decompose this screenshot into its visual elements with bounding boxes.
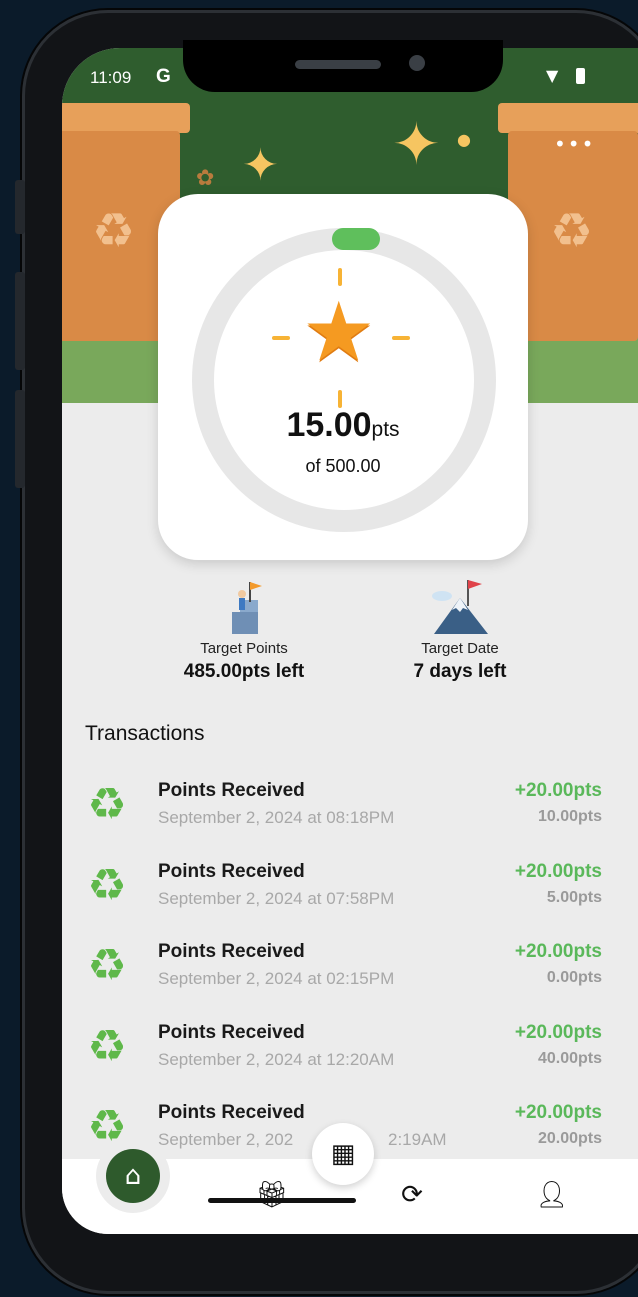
- bottom-navigation: ⌂ 🎁︎ ▦ ⟳ 👤︎: [62, 1123, 638, 1234]
- nav-scan-qr-button[interactable]: ▦: [312, 1123, 374, 1185]
- points-goal: of 500.00: [305, 456, 381, 476]
- leaf-icon: ✿: [196, 166, 215, 191]
- transaction-amount: +20.00pts: [514, 780, 602, 801]
- target-points: Target Points 485.00pts left: [144, 578, 344, 683]
- side-button-volume-down: [15, 390, 25, 488]
- home-icon: ⌂: [124, 1161, 142, 1191]
- target-points-value: 485.00pts left: [183, 661, 305, 682]
- transaction-item[interactable]: ♻ Points Received September 2, 2024 at 1…: [62, 1021, 638, 1092]
- transactions-title: Transactions: [85, 722, 205, 745]
- transaction-balance: 5.00pts: [546, 889, 602, 906]
- sparkle-icon: ✦: [392, 110, 441, 178]
- gift-icon: 🎁︎: [255, 1180, 289, 1210]
- transaction-balance: 40.00pts: [537, 1050, 602, 1067]
- transaction-title: Points Received: [158, 941, 305, 962]
- transaction-date-tail: 2:19AM: [388, 1130, 447, 1149]
- recycle-icon: ♻: [87, 779, 127, 830]
- transaction-amount: +20.00pts: [514, 1102, 602, 1123]
- notch: [183, 40, 503, 92]
- points-card: ★ 15.00pts of 500.00: [158, 194, 528, 560]
- recycle-icon: ♻: [550, 203, 594, 259]
- transaction-item[interactable]: ♻ Points Received September 2, 2024 at 0…: [62, 940, 638, 1011]
- transaction-amount: +20.00pts: [514, 941, 602, 962]
- wifi-icon: ▼: [546, 66, 559, 85]
- target-date: Target Date 7 days left: [360, 578, 560, 683]
- transaction-item[interactable]: ♻ Points Received September 2, 2024 at 0…: [62, 860, 638, 931]
- nav-profile-button[interactable]: 👤︎: [532, 1175, 572, 1215]
- transaction-date: September 2, 202: [158, 1130, 294, 1149]
- more-options-icon[interactable]: •••: [554, 132, 595, 156]
- star-icon: ★: [302, 285, 376, 380]
- transaction-balance: 0.00pts: [546, 969, 602, 986]
- points-progress-indicator: [332, 228, 380, 250]
- climbing-flag-icon: [214, 578, 274, 638]
- star-illustration: ★: [272, 268, 410, 408]
- transaction-date: September 2, 2024 at 12:20AM: [158, 1050, 395, 1069]
- recycle-icon: ♻: [87, 1021, 127, 1072]
- recycle-icon: ♻: [87, 860, 127, 911]
- battery-icon: [576, 68, 585, 84]
- transaction-amount: +20.00pts: [514, 1022, 602, 1043]
- google-icon: G: [156, 66, 171, 87]
- transaction-amount: +20.00pts: [514, 861, 602, 882]
- sparkle-icon: ✦: [242, 140, 279, 191]
- target-date-label: Target Date: [421, 640, 499, 657]
- points-number: 15.00: [286, 406, 372, 444]
- transaction-title: Points Received: [158, 861, 305, 882]
- transaction-date: September 2, 2024 at 02:15PM: [158, 969, 395, 988]
- transaction-balance: 20.00pts: [537, 1130, 602, 1147]
- transaction-title: Points Received: [158, 1102, 305, 1123]
- nav-rewards-button[interactable]: 🎁︎: [252, 1175, 292, 1215]
- nav-home-button[interactable]: ⌂: [106, 1149, 160, 1203]
- dot-icon: ●: [457, 130, 471, 149]
- recycle-icon: ♻: [87, 1101, 127, 1152]
- recycle-icon: ♻: [92, 203, 136, 259]
- qr-scan-icon: ▦: [330, 1139, 356, 1169]
- transaction-date: September 2, 2024 at 08:18PM: [158, 808, 395, 827]
- transaction-item[interactable]: ♻ Points Received September 2, 2024 at 0…: [62, 779, 638, 850]
- transaction-date: September 2, 2024 at 07:58PM: [158, 889, 395, 908]
- recycle-icon: ♻: [87, 940, 127, 991]
- nav-exchange-button[interactable]: ⟳: [392, 1175, 432, 1215]
- speaker: [295, 60, 381, 69]
- side-button-action: [15, 180, 25, 234]
- points-value: 15.00pts: [158, 406, 528, 445]
- transaction-title: Points Received: [158, 780, 305, 801]
- home-indicator: [208, 1198, 356, 1203]
- target-points-label: Target Points: [200, 640, 288, 657]
- front-camera: [409, 55, 425, 71]
- target-date-value: 7 days left: [413, 661, 507, 682]
- status-time: 11:09: [90, 68, 132, 87]
- transaction-title: Points Received: [158, 1022, 305, 1043]
- mountain-flag-icon: [430, 578, 490, 638]
- points-unit: pts: [371, 418, 400, 441]
- profile-icon: 👤︎: [535, 1180, 569, 1210]
- transaction-balance: 10.00pts: [537, 808, 602, 825]
- recycle-exchange-icon: ⟳: [401, 1180, 423, 1210]
- screen: ♻ ♻ ✦ ✦ ● ✿ 11:09 G ▼ ••• ★ 15.00pts of …: [62, 48, 638, 1234]
- side-button-volume-up: [15, 272, 25, 370]
